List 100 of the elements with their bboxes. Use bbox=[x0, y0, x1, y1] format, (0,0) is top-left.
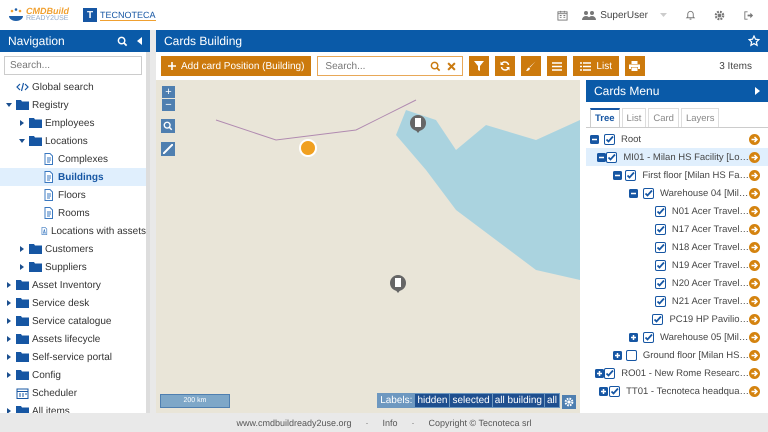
print-button[interactable] bbox=[624, 56, 645, 76]
navigation-item[interactable]: Suppliers bbox=[0, 258, 146, 276]
expander-icon[interactable] bbox=[613, 350, 622, 360]
menu-button[interactable] bbox=[547, 56, 568, 76]
star-icon[interactable] bbox=[748, 35, 760, 47]
arrow-right-icon[interactable] bbox=[749, 242, 760, 252]
navigation-item[interactable]: Floors bbox=[0, 186, 146, 204]
expander-icon[interactable] bbox=[597, 152, 606, 162]
arrow-right-icon[interactable] bbox=[749, 350, 760, 360]
settings-icon[interactable] bbox=[562, 395, 576, 409]
checkbox[interactable] bbox=[654, 260, 666, 270]
expander-icon[interactable] bbox=[598, 386, 608, 396]
brush-button[interactable] bbox=[521, 56, 542, 76]
building-marker[interactable] bbox=[389, 274, 407, 294]
checkbox[interactable] bbox=[643, 332, 654, 342]
tree-row[interactable]: N18 Acer Travel… bbox=[586, 238, 768, 256]
navigation-item[interactable]: Employees bbox=[0, 114, 146, 132]
tab[interactable]: Tree bbox=[590, 108, 620, 127]
tree-row[interactable]: N19 Acer Travel… bbox=[586, 256, 768, 274]
arrow-right-icon[interactable] bbox=[749, 296, 760, 306]
tree-row[interactable]: Warehouse 05 [Mil… bbox=[586, 328, 768, 346]
tree-row[interactable]: PC19 HP Pavilio… bbox=[586, 310, 768, 328]
arrow-right-icon[interactable] bbox=[749, 152, 760, 162]
arrow-right-icon[interactable] bbox=[748, 170, 760, 180]
navigation-item[interactable]: Global search bbox=[0, 78, 146, 96]
zoom-out-button[interactable]: − bbox=[162, 99, 175, 111]
label-option[interactable]: hidden bbox=[415, 394, 450, 407]
checkbox[interactable] bbox=[643, 188, 654, 198]
label-option[interactable]: all bbox=[544, 394, 559, 407]
tree-row[interactable]: N21 Acer Travel… bbox=[586, 292, 768, 310]
tree-row[interactable]: MI01 - Milan HS Facility [Lo… bbox=[586, 148, 768, 166]
tree-row[interactable]: First floor [Milan HS Fa… bbox=[586, 166, 768, 184]
expander-icon[interactable] bbox=[629, 188, 638, 198]
arrow-right-icon[interactable] bbox=[749, 134, 760, 144]
label-option[interactable]: selected bbox=[450, 394, 492, 407]
checkbox[interactable] bbox=[626, 350, 637, 360]
navigation-item[interactable]: Locations bbox=[0, 132, 146, 150]
settings-icon[interactable] bbox=[714, 10, 725, 20]
navigation-item[interactable]: Config bbox=[0, 366, 146, 384]
website-link[interactable]: www.cmdbuildready2use.org bbox=[236, 418, 352, 428]
arrow-right-icon[interactable] bbox=[749, 368, 760, 378]
search-icon[interactable] bbox=[117, 36, 128, 46]
arrow-right-icon[interactable] bbox=[749, 260, 760, 270]
tree-row[interactable]: RO01 - New Rome Researc… bbox=[586, 364, 768, 382]
info-link[interactable]: Info bbox=[382, 418, 398, 428]
checkbox[interactable] bbox=[652, 314, 664, 324]
expand-icon[interactable] bbox=[755, 87, 760, 95]
navigation-item[interactable]: Rooms bbox=[0, 204, 146, 222]
navigation-item[interactable]: Self-service portal bbox=[0, 348, 146, 366]
building-marker[interactable] bbox=[409, 114, 427, 134]
user-menu[interactable]: SuperUser bbox=[582, 10, 667, 20]
tree-row[interactable]: N20 Acer Travel… bbox=[586, 274, 768, 292]
checkbox[interactable] bbox=[654, 242, 666, 252]
tree-row[interactable]: Root bbox=[586, 130, 768, 148]
logout-icon[interactable] bbox=[743, 10, 754, 20]
arrow-right-icon[interactable] bbox=[749, 386, 760, 396]
navigation-item[interactable]: Complexes bbox=[0, 150, 146, 168]
tree-row[interactable]: TT01 - Tecnoteca headqua… bbox=[586, 382, 768, 400]
navigation-item[interactable]: Scheduler bbox=[0, 384, 146, 402]
tree-row[interactable]: Warehouse 04 [Mil… bbox=[586, 184, 768, 202]
checkbox[interactable] bbox=[625, 170, 636, 180]
navigation-item[interactable]: Locations with assets bbox=[0, 222, 146, 240]
checkbox[interactable] bbox=[604, 134, 615, 144]
checkbox[interactable] bbox=[606, 152, 618, 162]
arrow-right-icon[interactable] bbox=[749, 188, 760, 198]
search-icon[interactable] bbox=[161, 119, 175, 133]
checkbox[interactable] bbox=[654, 296, 666, 306]
navigation-item[interactable]: Customers bbox=[0, 240, 146, 258]
expander-icon[interactable] bbox=[629, 332, 638, 342]
tab[interactable]: Card bbox=[648, 108, 679, 127]
tree-row[interactable]: N01 Acer Travel… bbox=[586, 202, 768, 220]
expander-icon[interactable] bbox=[590, 134, 599, 144]
navigation-item[interactable]: Service catalogue bbox=[0, 312, 146, 330]
checkbox[interactable] bbox=[604, 368, 616, 378]
checkbox[interactable] bbox=[654, 278, 666, 288]
navigation-item[interactable]: Assets lifecycle bbox=[0, 330, 146, 348]
tree-row[interactable]: N17 Acer Travel… bbox=[586, 220, 768, 238]
search-field[interactable]: Search... bbox=[317, 56, 464, 76]
arrow-right-icon[interactable] bbox=[749, 332, 760, 342]
tree-row[interactable]: Ground floor [Milan HS… bbox=[586, 346, 768, 364]
navigation-item[interactable]: Registry bbox=[0, 96, 146, 114]
bell-icon[interactable] bbox=[685, 9, 696, 21]
checkbox[interactable] bbox=[654, 206, 666, 216]
filter-button[interactable] bbox=[469, 56, 490, 76]
expander-icon[interactable] bbox=[612, 170, 622, 180]
arrow-right-icon[interactable] bbox=[749, 314, 760, 324]
expander-icon[interactable] bbox=[595, 368, 604, 378]
search-field[interactable]: Search... bbox=[4, 56, 142, 75]
tab[interactable]: Layers bbox=[680, 108, 720, 127]
clear-icon[interactable] bbox=[447, 62, 456, 71]
label-option[interactable]: all building bbox=[492, 394, 544, 407]
navigation-item[interactable]: Buildings bbox=[0, 168, 146, 186]
collapse-icon[interactable] bbox=[137, 37, 142, 45]
navigation-item[interactable]: Service desk bbox=[0, 294, 146, 312]
checkbox[interactable] bbox=[609, 386, 620, 396]
arrow-right-icon[interactable] bbox=[749, 224, 760, 234]
ruler-icon[interactable] bbox=[161, 142, 175, 156]
tab[interactable]: List bbox=[622, 108, 646, 127]
calendar-icon[interactable] bbox=[557, 10, 568, 20]
navigation-item[interactable]: Asset Inventory bbox=[0, 276, 146, 294]
